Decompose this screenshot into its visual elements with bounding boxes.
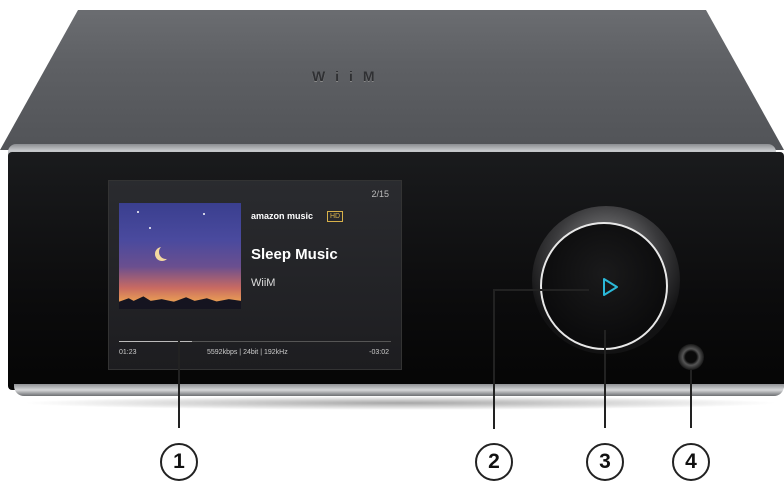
callout-line-4 <box>690 370 692 428</box>
album-art <box>119 203 241 309</box>
callout-line-2-horizontal <box>493 289 589 291</box>
callout-3: 3 <box>586 443 624 481</box>
song-title: Sleep Music <box>251 246 338 263</box>
callout-2: 2 <box>475 443 513 481</box>
device-bottom-edge <box>14 384 784 396</box>
progress-fill <box>119 341 193 342</box>
remaining-time: -03:02 <box>369 349 389 356</box>
brand-logo: WiiM <box>312 68 385 84</box>
display-screen: 2/15 amazon music HD Sleep Music WiiM 01… <box>108 180 402 370</box>
star-decoration <box>149 227 151 229</box>
star-decoration <box>137 211 139 213</box>
callout-line-2-vertical <box>493 289 495 429</box>
audio-format: 5592kbps | 24bit | 192kHz <box>207 349 288 356</box>
progress-bar[interactable] <box>119 341 391 342</box>
hd-badge: HD <box>327 211 344 222</box>
star-decoration <box>203 213 205 215</box>
callout-1: 1 <box>160 443 198 481</box>
elapsed-time: 01:23 <box>119 349 137 356</box>
service-name: amazon music <box>251 211 314 221</box>
headphone-jack <box>678 344 704 370</box>
callout-line-1 <box>178 340 180 428</box>
moon-icon <box>159 245 173 259</box>
callout-line-3 <box>604 330 606 428</box>
track-count: 2/15 <box>371 189 389 199</box>
artist-name: WiiM <box>251 277 276 289</box>
callout-4: 4 <box>672 443 710 481</box>
device-shadow <box>20 396 780 410</box>
tree-silhouette <box>119 296 241 309</box>
play-icon <box>603 278 618 296</box>
